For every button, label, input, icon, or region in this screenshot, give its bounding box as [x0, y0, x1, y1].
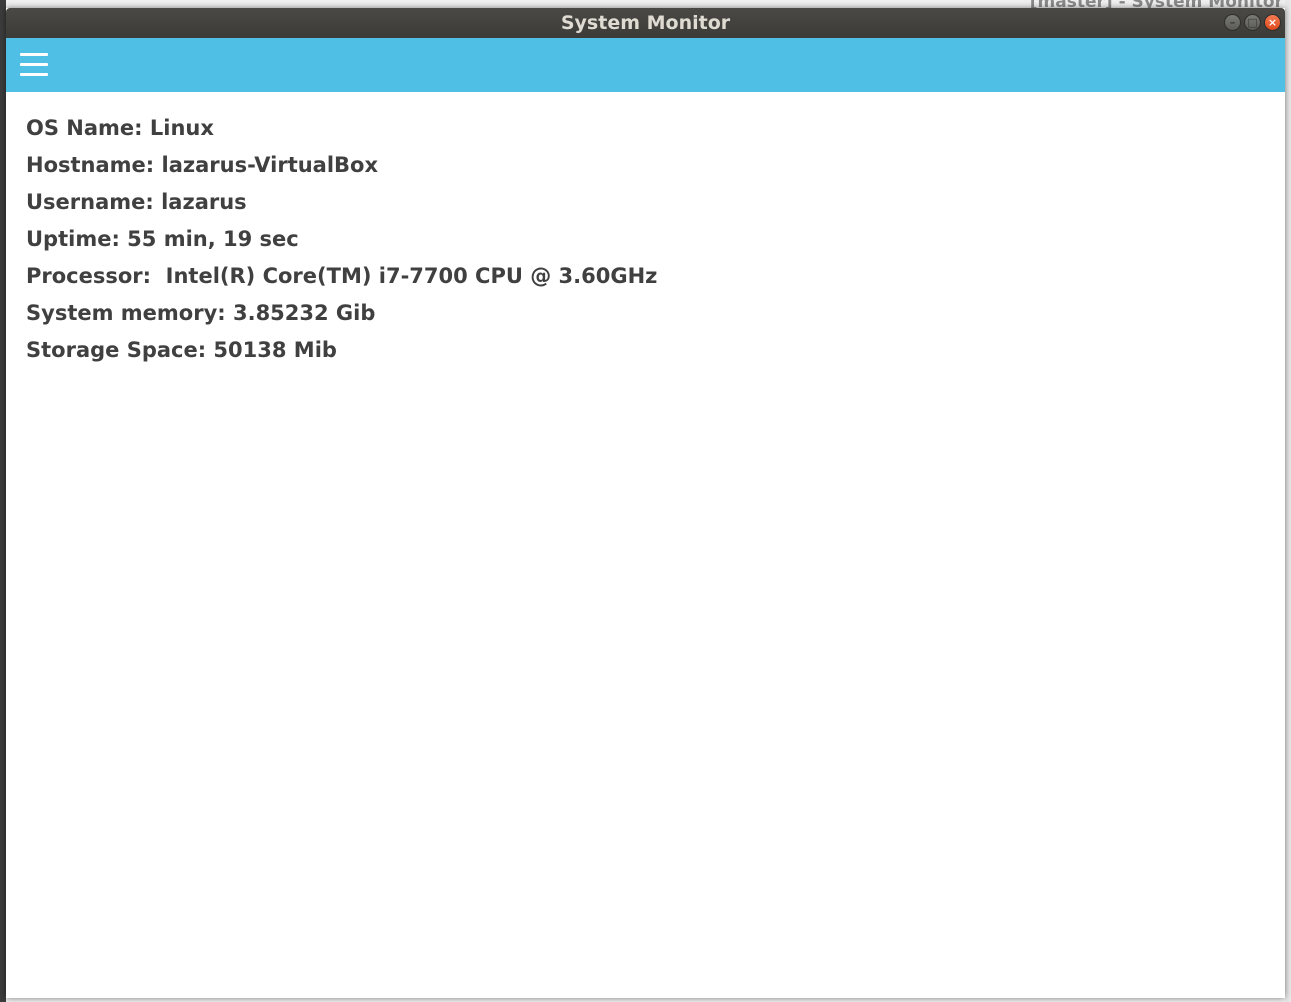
app-toolbar: [6, 38, 1285, 92]
hamburger-menu-icon[interactable]: [20, 52, 48, 78]
processor-text: Processor: Intel(R) Core(TM) i7-7700 CPU…: [26, 264, 658, 288]
system-info-panel: OS Name: Linux Hostname: lazarus-Virtual…: [26, 110, 657, 369]
background-window-right-edge: [1285, 0, 1291, 1002]
minimize-button[interactable]: –: [1224, 14, 1241, 31]
menu-icon-bar: [20, 63, 48, 66]
window-title: System Monitor: [560, 12, 731, 34]
window-controls: – □ ×: [1224, 14, 1281, 32]
os-name-text: OS Name: Linux: [26, 116, 214, 140]
system-memory-text: System memory: 3.85232 Gib: [26, 301, 376, 325]
desktop: [master] - System Monitor System Monitor…: [0, 0, 1291, 1002]
menu-icon-bar: [20, 53, 48, 56]
hostname-text: Hostname: lazarus-VirtualBox: [26, 153, 379, 177]
window-titlebar[interactable]: System Monitor – □ ×: [6, 8, 1285, 38]
username-text: Username: lazarus: [26, 190, 247, 214]
uptime-text: Uptime: 55 min, 19 sec: [26, 227, 299, 251]
storage-space-text: Storage Space: 50138 Mib: [26, 338, 337, 362]
menu-icon-bar: [20, 73, 48, 76]
maximize-button[interactable]: □: [1244, 14, 1261, 31]
system-monitor-window: System Monitor – □ × OS Name: Linux Host…: [6, 8, 1285, 998]
close-button[interactable]: ×: [1264, 14, 1281, 31]
